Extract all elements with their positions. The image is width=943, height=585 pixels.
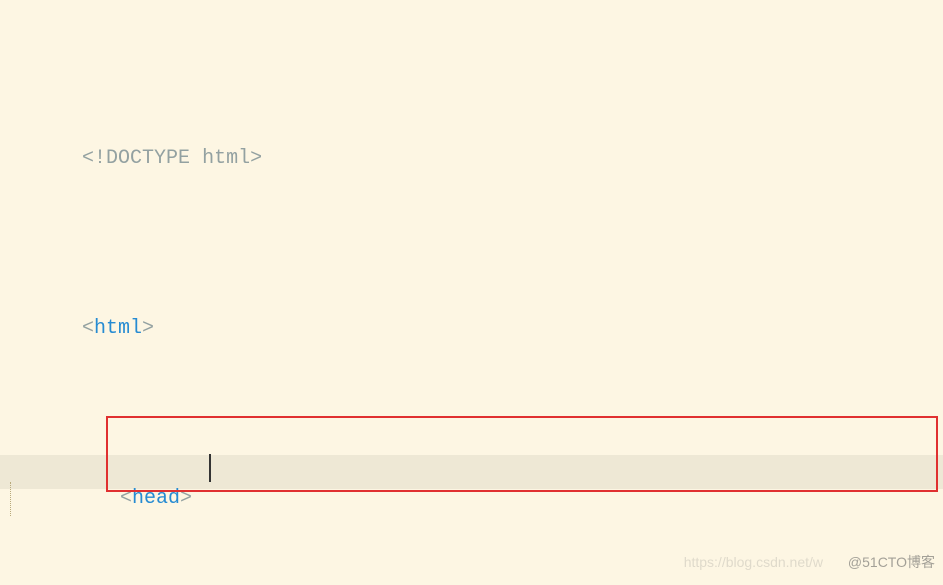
code-line[interactable]: <html> <box>4 312 939 346</box>
code-line[interactable]: <!DOCTYPE html> <box>4 142 939 176</box>
punct: <! <box>82 147 106 170</box>
punct: < <box>82 317 94 340</box>
text-cursor <box>209 454 211 482</box>
punct: < <box>120 487 132 510</box>
punct: > <box>180 487 192 510</box>
doctype-keyword: DOCTYPE <box>106 147 190 170</box>
tag-head: head <box>132 487 180 510</box>
space <box>190 147 202 170</box>
code-line[interactable]: <head> <box>4 482 939 516</box>
code-editor[interactable]: <!DOCTYPE html> <html> <head> <meta char… <box>0 0 943 585</box>
tag-html: html <box>94 317 142 340</box>
doctype-name: html <box>202 147 250 170</box>
punct: > <box>142 317 154 340</box>
punct: > <box>250 147 262 170</box>
